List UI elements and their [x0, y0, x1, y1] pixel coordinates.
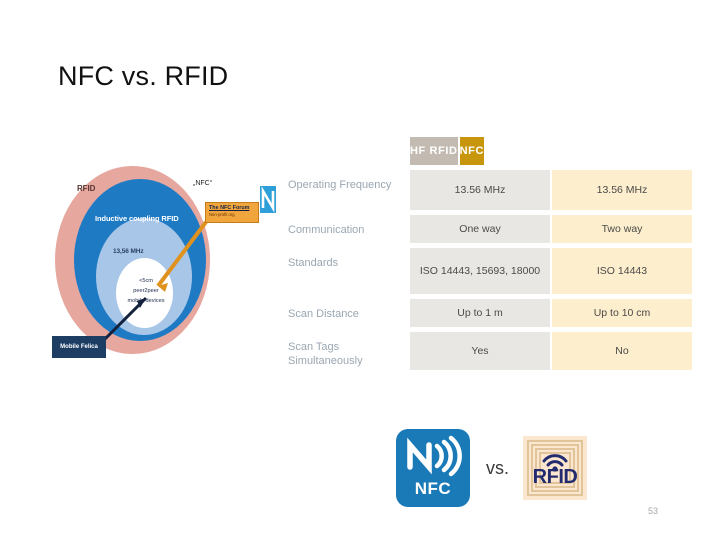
rfid-logo-icon: RFID: [523, 436, 588, 500]
table-row: Scan Distance Up to 1 m Up to 10 cm: [288, 299, 692, 327]
venn-core-text: <5cm peer2peer mobile devices: [118, 276, 174, 306]
cell-hf-rfid-scan-distance: Up to 1 m: [410, 299, 550, 327]
cell-nfc-standards: ISO 14443: [552, 248, 692, 294]
cell-hf-rfid-standards: ISO 14443, 15693, 18000: [410, 248, 550, 294]
page-title: NFC vs. RFID: [58, 61, 229, 91]
table-corner-spacer: [288, 137, 410, 165]
venn-label-rfid: RFID: [77, 184, 96, 193]
cell-hf-rfid-scan-tags: Yes: [410, 332, 550, 370]
venn-mobile-felica-callout: Mobile Felica: [52, 336, 106, 358]
nfc-n-logo-icon: [260, 186, 276, 213]
cell-nfc-operating-frequency: 13.56 MHz: [552, 170, 692, 210]
comparison-table: HF RFID NFC Operating Frequency 13.56 MH…: [288, 137, 692, 375]
nfc-rfid-venn-diagram: RFID Inductive coupling RFID 13,56 MHz <…: [50, 158, 285, 383]
row-label-operating-frequency: Operating Frequency: [288, 179, 392, 191]
table-header-row: HF RFID NFC: [288, 137, 690, 165]
rfid-logo-label: RFID: [532, 466, 578, 488]
cell-hf-rfid-communication: One way: [410, 215, 550, 243]
venn-core-line-3: mobile devices: [127, 298, 165, 304]
row-label-scan-tags-simultaneously: Scan Tags Simultaneously: [288, 341, 363, 367]
logo-comparison-row: NFC vs. RFID: [396, 427, 606, 509]
cell-hf-rfid-operating-frequency: 13.56 MHz: [410, 170, 550, 210]
slide-canvas: NFC vs. RFID RFID Inductive coupling RFI…: [0, 0, 720, 540]
table-row: Communication One way Two way: [288, 215, 692, 243]
nfc-forum-title: The NFC Forum: [209, 205, 250, 211]
mobile-felica-label: Mobile Felica: [60, 344, 98, 350]
venn-core-line-2: peer2peer: [133, 288, 159, 294]
nfc-forum-subtitle: Non-profit org: [209, 212, 235, 217]
venn-label-frequency: 13,56 MHz: [113, 248, 144, 255]
venn-nfc-quote-label: „NFC“: [193, 180, 213, 187]
table-row: Scan Tags Simultaneously Yes No: [288, 332, 692, 370]
venn-label-inductive-coupling: Inductive coupling RFID: [95, 214, 179, 223]
table-header-hf-rfid: HF RFID: [410, 137, 458, 165]
nfc-logo-label: NFC: [414, 479, 452, 498]
cell-nfc-communication: Two way: [552, 215, 692, 243]
venn-core-line-1: <5cm: [139, 278, 153, 284]
table-row: Operating Frequency 13.56 MHz 13.56 MHz: [288, 170, 692, 210]
venn-nfc-forum-callout: The NFC Forum Non-profit org: [205, 202, 259, 223]
row-label-standards: Standards: [288, 257, 339, 269]
row-label-communication: Communication: [288, 224, 365, 236]
page-number: 53: [648, 506, 659, 516]
cell-nfc-scan-tags: No: [552, 332, 692, 370]
row-label-scan-distance: Scan Distance: [288, 308, 359, 320]
versus-label: vs.: [486, 457, 510, 478]
table-row: Standards ISO 14443, 15693, 18000 ISO 14…: [288, 248, 692, 294]
cell-nfc-scan-distance: Up to 10 cm: [552, 299, 692, 327]
table-header-nfc: NFC: [459, 137, 485, 165]
nfc-logo-icon: NFC: [396, 429, 470, 507]
